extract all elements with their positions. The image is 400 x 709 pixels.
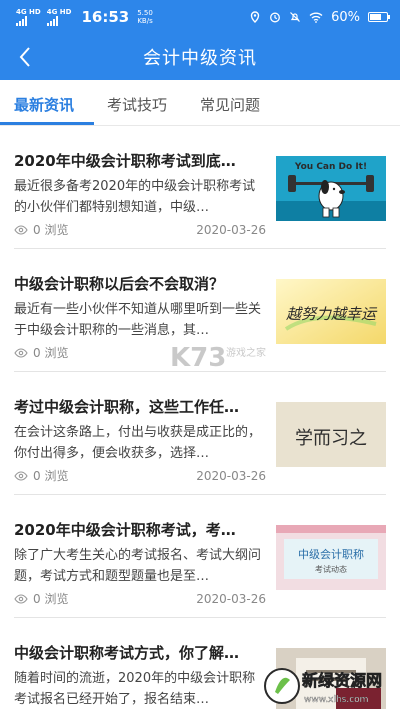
article-summary: 随着时间的流逝，2020年的中级会计职称考试报名已经开始了，报名结束… [14,671,256,707]
thumbnail-subcaption: 考试动态 [315,564,347,574]
article-meta: 0 浏览 2020-03-26 [14,467,266,484]
signal-icon [16,16,41,26]
article-title: 中级会计职称考试方式，你了解… [14,644,240,662]
k73-logo-text: K73 [170,343,226,373]
list-item[interactable]: 2020年中级会计职称考试到底… 最近很多备考2020年的中级会计职称考试的小伙… [0,126,400,249]
back-button[interactable] [10,42,40,72]
view-count-label: 0 浏览 [33,223,69,237]
article-thumbnail[interactable]: 越努力越幸运 [276,279,386,344]
network-label-1: 4G HD [16,8,41,16]
calligraphy-illustration: 越努力越幸运 [276,279,386,344]
network-speed: 5.50 KB/s [137,9,153,25]
mute-icon [290,12,301,22]
battery-percent: 60% [331,9,360,25]
thumbnail-caption: 学而习之 [295,428,367,449]
publish-date: 2020-03-26 [196,468,266,483]
view-count: 0 浏览 [14,221,68,238]
exam-news-banner: 中级会计职称 考试动态 [276,525,386,590]
location-icon [250,11,260,23]
brand-logo: 新绿资源网 www.xlhs.com [264,668,382,705]
k73-subtext: 游戏之家 [226,346,266,359]
k73-logo-icon: K73 游戏之家 [170,343,266,373]
view-count: 0 浏览 [14,590,68,607]
tab-faq[interactable]: 常见问题 [200,94,260,115]
tab-exam-tips[interactable]: 考试技巧 [107,94,167,115]
article-title: 2020年中级会计职称考试，考… [14,521,236,539]
signal-icon [46,16,72,26]
network-label-2: 4G HD [46,8,72,16]
app-bar: 会计中级资讯 [0,34,400,80]
chalk-text-illustration: 学而习之 [276,402,386,467]
eye-icon [14,224,28,235]
thumbnail-caption: You Can Do It! [294,162,367,172]
snoopy-lifting-illustration: You Can Do It! [276,156,386,221]
site-watermark: 新绿资源网 www.xlhs.com [262,664,400,709]
article-meta: 0 浏览 2020-03-26 [14,590,266,607]
tab-latest-news[interactable]: 最新资讯 [14,94,74,115]
thumbnail-caption: 中级会计职称 [298,547,364,561]
eye-icon [14,347,28,358]
wifi-icon [309,12,323,23]
active-tab-indicator [0,122,94,125]
article-meta: 0 浏览 2020-03-26 [14,221,266,238]
clock: 16:53 [81,8,130,26]
eye-icon [14,470,28,481]
view-count-label: 0 浏览 [33,592,69,606]
chevron-left-icon [19,47,30,67]
battery-icon [368,12,390,22]
page-title: 会计中级资讯 [143,48,257,69]
list-item[interactable]: 2020年中级会计职称考试，考… 除了广大考生关心的考试报名、考试大纲问题，考试… [0,495,400,618]
view-count-label: 0 浏览 [33,346,69,360]
article-title: 考过中级会计职称，这些工作任… [14,398,240,416]
brand-url: www.xlhs.com [304,695,368,705]
network-indicator-2: 4G HD [46,8,72,26]
speed-unit: KB/s [137,17,153,25]
list-item[interactable]: 考过中级会计职称，这些工作任… 在会计这条路上，付出与收获是成正比的，你付出得多… [0,372,400,495]
eye-icon [14,593,28,604]
status-bar: 4G HD 4G HD 16:53 5.50 KB/s 60% [0,0,400,34]
brand-name: 新绿资源网 [302,671,382,690]
article-summary: 最近很多备考2020年的中级会计职称考试的小伙伴们都特别想知道，中级… [14,179,256,215]
article-title: 中级会计职称以后会不会取消？ [14,275,225,293]
view-count: 0 浏览 [14,344,68,361]
publish-date: 2020-03-26 [196,222,266,237]
thumbnail-caption: 越努力越幸运 [286,305,378,323]
alarm-icon [270,12,281,23]
article-thumbnail[interactable]: You Can Do It! [276,156,386,221]
article-thumbnail[interactable]: 学而习之 [276,402,386,467]
network-indicator-1: 4G HD [16,8,41,26]
article-summary: 在会计这条路上，付出与收获是成正比的，你付出得多，便会收获多，选择… [14,425,262,461]
tab-bar: 最新资讯 考试技巧 常见问题 [0,80,400,126]
article-summary: 最近有一些小伙伴不知道从哪里听到一些关于中级会计职称的一些消息，其… [14,302,262,338]
view-count: 0 浏览 [14,467,68,484]
k73-watermark: K73 游戏之家 [168,336,268,376]
speed-value: 5.50 [137,9,153,17]
publish-date: 2020-03-26 [196,591,266,606]
article-summary: 除了广大考生关心的考试报名、考试大纲问题，考试方式和题型题量也是至… [14,548,262,584]
article-title: 2020年中级会计职称考试到底… [14,152,236,170]
article-thumbnail[interactable]: 中级会计职称 考试动态 [276,525,386,590]
view-count-label: 0 浏览 [33,469,69,483]
